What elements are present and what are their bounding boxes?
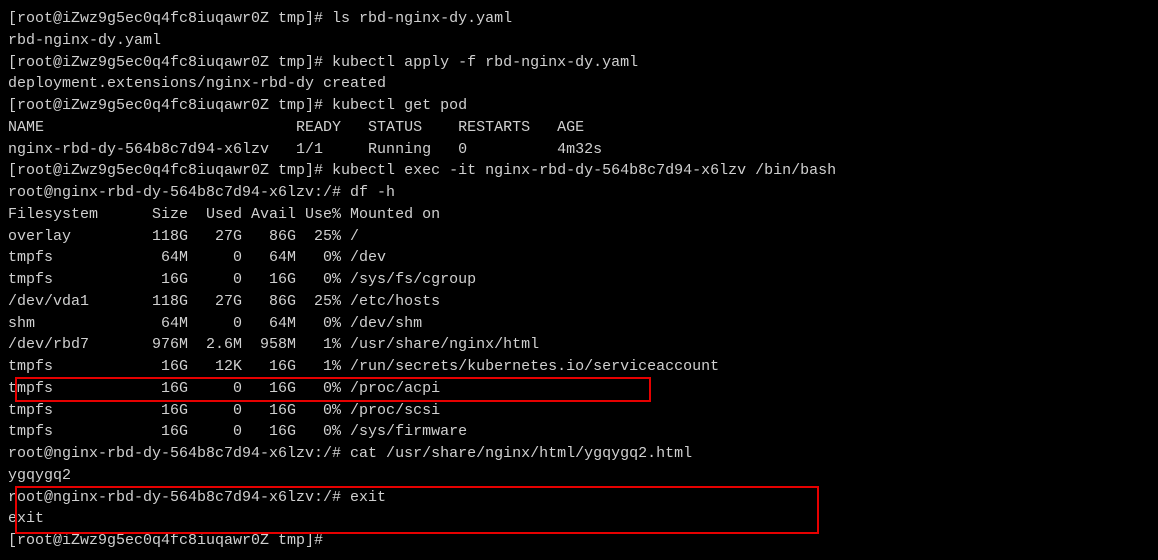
- terminal-output[interactable]: [root@iZwz9g5ec0q4fc8iuqawr0Z tmp]# ls r…: [8, 8, 1150, 552]
- terminal-line-prompt: [root@iZwz9g5ec0q4fc8iuqawr0Z tmp]# kube…: [8, 95, 1150, 117]
- terminal-line-prompt: [root@iZwz9g5ec0q4fc8iuqawr0Z tmp]# ls r…: [8, 8, 1150, 30]
- df-row: tmpfs 16G 0 16G 0% /sys/fs/cgroup: [8, 269, 1150, 291]
- df-row: tmpfs 64M 0 64M 0% /dev: [8, 247, 1150, 269]
- table-header: NAME READY STATUS RESTARTS AGE: [8, 117, 1150, 139]
- df-row: tmpfs 16G 12K 16G 1% /run/secrets/kubern…: [8, 356, 1150, 378]
- df-row: overlay 118G 27G 86G 25% /: [8, 226, 1150, 248]
- terminal-line-prompt: [root@iZwz9g5ec0q4fc8iuqawr0Z tmp]# kube…: [8, 52, 1150, 74]
- terminal-line-prompt: [root@iZwz9g5ec0q4fc8iuqawr0Z tmp]# kube…: [8, 160, 1150, 182]
- terminal-line-output: deployment.extensions/nginx-rbd-dy creat…: [8, 73, 1150, 95]
- df-row: tmpfs 16G 0 16G 0% /proc/acpi: [8, 378, 1150, 400]
- terminal-line-output: rbd-nginx-dy.yaml: [8, 30, 1150, 52]
- df-row: tmpfs 16G 0 16G 0% /sys/firmware: [8, 421, 1150, 443]
- df-row: shm 64M 0 64M 0% /dev/shm: [8, 313, 1150, 335]
- df-row: tmpfs 16G 0 16G 0% /proc/scsi: [8, 400, 1150, 422]
- terminal-line-output: exit: [8, 508, 1150, 530]
- terminal-line-prompt: root@nginx-rbd-dy-564b8c7d94-x6lzv:/# ex…: [8, 487, 1150, 509]
- terminal-line-prompt: root@nginx-rbd-dy-564b8c7d94-x6lzv:/# ca…: [8, 443, 1150, 465]
- df-header: Filesystem Size Used Avail Use% Mounted …: [8, 204, 1150, 226]
- df-row-highlighted: /dev/rbd7 976M 2.6M 958M 1% /usr/share/n…: [8, 334, 1150, 356]
- terminal-line-prompt-active[interactable]: [root@iZwz9g5ec0q4fc8iuqawr0Z tmp]#: [8, 530, 1150, 552]
- terminal-line-prompt: root@nginx-rbd-dy-564b8c7d94-x6lzv:/# df…: [8, 182, 1150, 204]
- df-row: /dev/vda1 118G 27G 86G 25% /etc/hosts: [8, 291, 1150, 313]
- table-row: nginx-rbd-dy-564b8c7d94-x6lzv 1/1 Runnin…: [8, 139, 1150, 161]
- terminal-line-output: ygqygq2: [8, 465, 1150, 487]
